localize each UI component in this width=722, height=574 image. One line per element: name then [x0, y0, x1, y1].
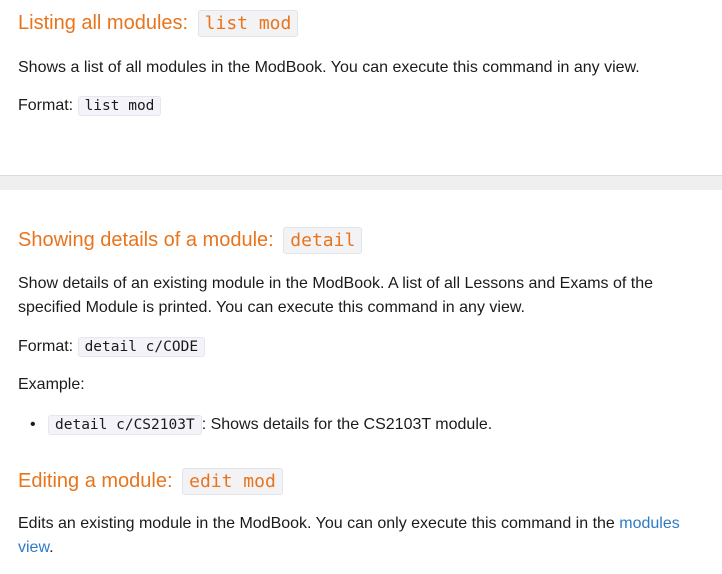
format-code: detail c/CODE: [77, 337, 206, 357]
format-line: Format: list mod: [18, 94, 708, 118]
heading-command-code: detail: [283, 227, 363, 254]
section-description: Shows a list of all modules in the ModBo…: [18, 59, 640, 76]
section-divider: [0, 175, 722, 190]
example-item: detail c/CS2103T: Shows details for the …: [48, 413, 708, 437]
example-label: Example:: [18, 376, 85, 393]
format-code: list mod: [77, 96, 162, 116]
section-heading: Showing details of a module: detail: [18, 227, 363, 254]
section-description: Show details of an existing module in th…: [18, 275, 654, 316]
description-end: .: [49, 539, 54, 556]
heading-command-code: edit mod: [182, 468, 283, 495]
format-line: Format: detail c/CODE: [18, 335, 708, 359]
description-text: Edits an existing module in the ModBook.…: [18, 515, 620, 532]
heading-text: Editing a module:: [18, 470, 179, 492]
example-text: : Shows details for the CS2103T module.: [201, 416, 493, 433]
format-label: Format:: [18, 97, 78, 114]
heading-text: Showing details of a module:: [18, 229, 280, 251]
format-label: Format:: [18, 338, 78, 355]
example-code: detail c/CS2103T: [48, 415, 202, 435]
bullet-dot: •: [30, 416, 36, 433]
heading-command-code: list mod: [197, 10, 299, 37]
heading-text: Listing all modules:: [18, 12, 194, 34]
section-description: Edits an existing module in the ModBook.…: [18, 512, 708, 560]
section-heading: Listing all modules: list mod: [18, 10, 299, 37]
section-heading: Editing a module: edit mod: [18, 468, 283, 495]
